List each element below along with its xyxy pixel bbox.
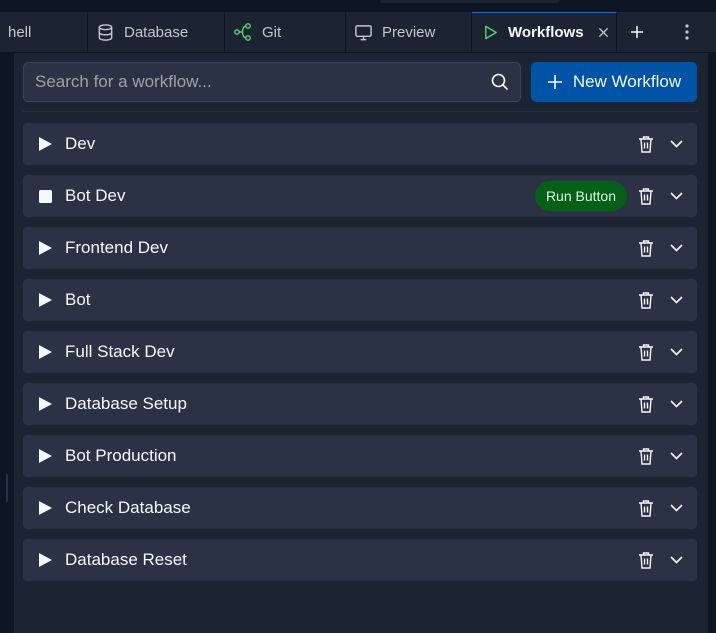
search-input[interactable] bbox=[24, 63, 490, 101]
chevron-down-icon[interactable] bbox=[668, 342, 684, 362]
workflow-row[interactable]: Database Reset bbox=[23, 539, 697, 581]
trash-icon[interactable] bbox=[636, 498, 656, 518]
tab-label: Git bbox=[262, 23, 282, 41]
play-icon[interactable] bbox=[37, 136, 53, 152]
run-button-badge: Run Button bbox=[534, 181, 627, 211]
plus-icon bbox=[630, 25, 644, 39]
workflow-row[interactable]: Check Database bbox=[23, 487, 697, 529]
kebab-icon bbox=[685, 24, 689, 40]
trash-icon[interactable] bbox=[636, 394, 656, 414]
tab-label: Workflows bbox=[508, 24, 584, 41]
trash-icon[interactable] bbox=[636, 550, 656, 570]
play-icon[interactable] bbox=[37, 396, 53, 412]
top-strip bbox=[0, 0, 716, 12]
workflow-row[interactable]: Full Stack Dev bbox=[23, 331, 697, 373]
divider bbox=[23, 111, 697, 112]
add-tab-button[interactable] bbox=[626, 21, 648, 43]
tab-menu-button[interactable] bbox=[676, 21, 698, 43]
play-icon bbox=[482, 24, 499, 41]
tab-label: hell bbox=[8, 23, 32, 41]
workflow-name: Bot Production bbox=[65, 446, 177, 465]
workflows-panel: New Workflow Dev Bot Dev Run Button Fron… bbox=[14, 53, 708, 633]
play-icon[interactable] bbox=[37, 240, 53, 256]
trash-icon[interactable] bbox=[636, 238, 656, 258]
workflow-row[interactable]: Bot Dev Run Button bbox=[23, 175, 697, 217]
tab-preview[interactable]: Preview bbox=[346, 12, 472, 52]
workflow-row[interactable]: Bot bbox=[23, 279, 697, 321]
play-icon[interactable] bbox=[37, 448, 53, 464]
workflow-name: Bot bbox=[65, 290, 91, 309]
left-gutter bbox=[0, 52, 14, 633]
chevron-down-icon[interactable] bbox=[668, 498, 684, 518]
stop-icon[interactable] bbox=[37, 188, 53, 204]
play-icon[interactable] bbox=[37, 500, 53, 516]
chevron-down-icon[interactable] bbox=[668, 186, 684, 206]
trash-icon[interactable] bbox=[636, 134, 656, 154]
workflow-row[interactable]: Database Setup bbox=[23, 383, 697, 425]
tab-shell[interactable]: hell bbox=[0, 12, 88, 52]
workspace-frame: hell Database Git Preview Workflows Sear… bbox=[0, 0, 716, 633]
workflow-row[interactable]: Bot Production bbox=[23, 435, 697, 477]
chevron-down-icon[interactable] bbox=[668, 290, 684, 310]
tab-label: Database bbox=[124, 23, 189, 41]
workflow-name: Database Reset bbox=[65, 550, 187, 569]
top-drag-nub[interactable] bbox=[380, 0, 560, 3]
workflow-list: Dev Bot Dev Run Button Frontend Dev Bot bbox=[23, 123, 697, 591]
workflow-name: Dev bbox=[65, 134, 96, 153]
play-icon[interactable] bbox=[37, 344, 53, 360]
database-icon bbox=[96, 23, 115, 42]
play-icon[interactable] bbox=[37, 552, 53, 568]
tab-label: Preview bbox=[382, 23, 436, 41]
close-icon[interactable] bbox=[598, 27, 609, 38]
monitor-icon bbox=[354, 23, 373, 42]
trash-icon[interactable] bbox=[636, 290, 656, 310]
tab-bar: hell Database Git Preview Workflows bbox=[0, 12, 716, 53]
trash-icon[interactable] bbox=[636, 446, 656, 466]
workflow-name: Frontend Dev bbox=[65, 238, 168, 257]
new-workflow-label: New Workflow bbox=[572, 72, 682, 91]
trash-icon[interactable] bbox=[636, 186, 656, 206]
chevron-down-icon[interactable] bbox=[668, 134, 684, 154]
tab-database[interactable]: Database bbox=[88, 12, 225, 52]
trash-icon[interactable] bbox=[636, 342, 656, 362]
workflow-name: Full Stack Dev bbox=[65, 342, 175, 361]
tab-git[interactable]: Git bbox=[225, 12, 346, 52]
resize-handle[interactable] bbox=[6, 474, 8, 502]
tab-workflows[interactable]: Workflows bbox=[472, 12, 617, 52]
git-icon bbox=[233, 22, 253, 42]
plus-icon bbox=[547, 74, 563, 90]
chevron-down-icon[interactable] bbox=[668, 446, 684, 466]
workflow-name: Check Database bbox=[65, 498, 191, 517]
play-icon[interactable] bbox=[37, 292, 53, 308]
search-icon[interactable] bbox=[490, 72, 510, 92]
chevron-down-icon[interactable] bbox=[668, 550, 684, 570]
chevron-down-icon[interactable] bbox=[668, 238, 684, 258]
search-box bbox=[23, 62, 521, 102]
workflow-row[interactable]: Dev bbox=[23, 123, 697, 165]
new-workflow-button[interactable]: New Workflow bbox=[531, 62, 697, 102]
workflow-row[interactable]: Frontend Dev bbox=[23, 227, 697, 269]
chevron-down-icon[interactable] bbox=[668, 394, 684, 414]
workflow-name: Database Setup bbox=[65, 394, 187, 413]
workflow-name: Bot Dev bbox=[65, 186, 126, 205]
